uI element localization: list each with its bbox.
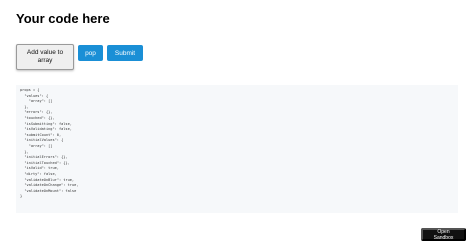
- add-value-to-array-button[interactable]: Add value to array: [16, 44, 74, 70]
- pop-button[interactable]: pop: [78, 45, 103, 61]
- submit-button[interactable]: Submit: [107, 45, 143, 61]
- open-sandbox-button[interactable]: Open Sandbox: [421, 228, 466, 241]
- code-line: }: [20, 194, 23, 199]
- button-row: Add value to array pop Submit: [16, 44, 143, 70]
- page: Your code here Add value to array pop Su…: [0, 0, 474, 248]
- page-title: Your code here: [16, 11, 110, 26]
- props-code-block: props = { "values": { "array": [] }, "er…: [16, 85, 458, 213]
